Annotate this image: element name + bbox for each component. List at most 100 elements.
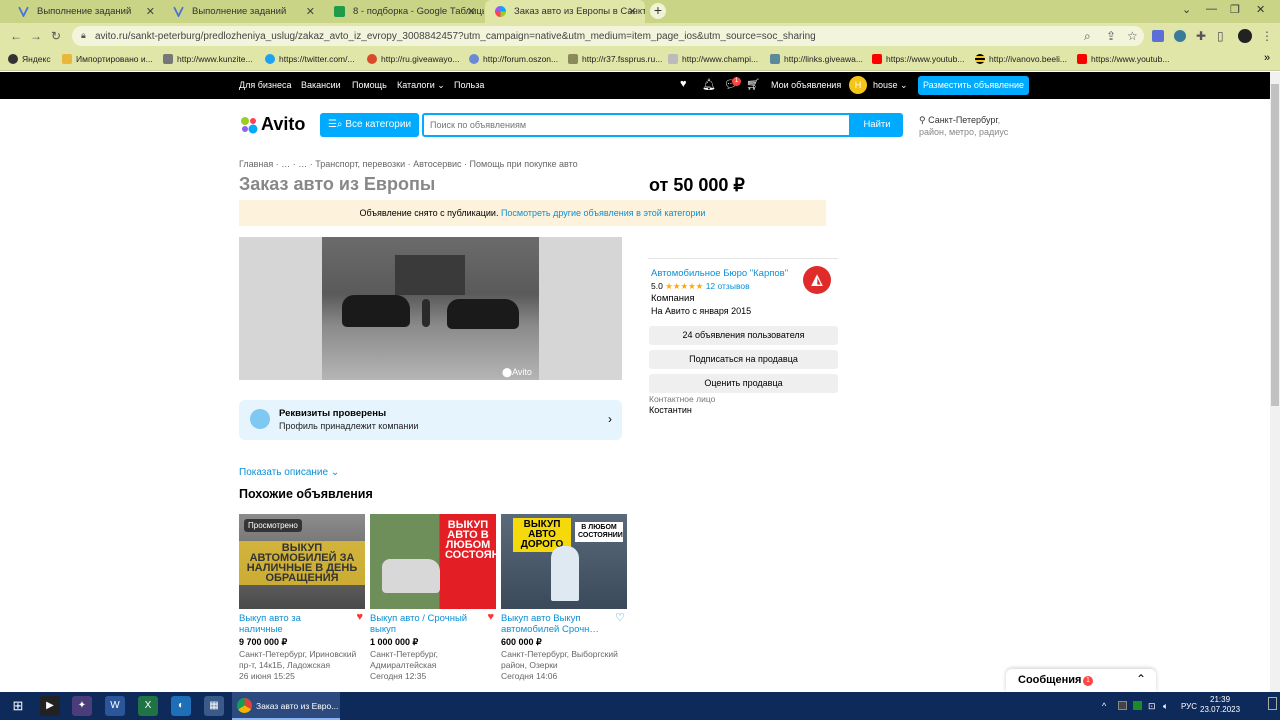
bookmark[interactable]: http://ivanovo.beeli... <box>975 54 1067 64</box>
ad-title[interactable]: Выкуп авто Выкуп автомобилей Срочн… <box>501 613 609 635</box>
extension-icon[interactable] <box>1174 30 1186 42</box>
nav-link-catalogs[interactable]: Каталоги ⌄ <box>397 80 445 91</box>
favorite-heart-icon[interactable]: ♥ <box>487 611 494 623</box>
puzzle-icon[interactable]: ✚ <box>1196 29 1206 43</box>
twitter-icon <box>265 54 275 64</box>
star-icon[interactable]: ☆ <box>1127 29 1138 43</box>
nav-link-business[interactable]: Для бизнеса <box>239 80 292 90</box>
seller-ads-button[interactable]: 24 объявления пользователя <box>649 326 838 345</box>
volume-icon[interactable]: 🔈︎ <box>1163 701 1168 712</box>
sidepanel-icon[interactable]: ▯ <box>1217 29 1224 43</box>
chevron-up-icon[interactable]: ⌃ <box>1136 672 1146 686</box>
extension-icon[interactable] <box>1152 30 1164 42</box>
tray-app-icon[interactable] <box>1118 701 1127 710</box>
tray-app-icon[interactable] <box>1133 701 1142 710</box>
bookmark[interactable]: http://links.giveawa... <box>770 54 863 64</box>
browser-icon[interactable]: ◐ <box>171 696 191 716</box>
more-bookmarks-icon[interactable]: » <box>1264 52 1270 64</box>
seller-name-link[interactable]: Автомобильное Бюро "Карпов" <box>651 268 788 279</box>
bookmark[interactable]: Импортировано и... <box>62 54 153 64</box>
tray-chevron-icon[interactable]: ^ <box>1102 701 1106 711</box>
bookmark[interactable]: http://forum.oszon... <box>469 54 558 64</box>
search-icon[interactable]: ⌕ <box>1084 29 1091 44</box>
word-icon[interactable]: W <box>105 696 125 716</box>
share-icon[interactable]: ⇪ <box>1106 29 1116 43</box>
taskbar-chrome-app[interactable]: Заказ авто из Евро... <box>232 692 340 720</box>
minimize-icon[interactable]: — <box>1206 3 1217 15</box>
notifications-icon[interactable] <box>1268 697 1277 710</box>
nav-link-benefit[interactable]: Польза <box>454 80 484 90</box>
ad-title[interactable]: Выкуп авто / Срочный выкуп <box>370 613 478 635</box>
similar-ad-card[interactable]: ВЫКУП АВТО В ЛЮБОМ СОСТОЯНИИ Выкуп авто … <box>370 514 496 681</box>
bookmark[interactable]: http://r37.fssprus.ru... <box>568 54 662 64</box>
post-ad-button[interactable]: Разместить объявление <box>918 76 1029 95</box>
new-tab-button[interactable]: + <box>650 3 666 19</box>
messages-widget[interactable]: Сообщения 1 ⌃ <box>1006 669 1156 692</box>
close-window-icon[interactable]: ✕ <box>1256 3 1265 16</box>
bookmark[interactable]: http://www.kunzite... <box>163 54 253 64</box>
tab-close-icon[interactable]: ✕ <box>467 5 476 18</box>
verified-banner[interactable]: Реквизиты проверены Профиль принадлежит … <box>239 400 622 440</box>
chevron-down-icon[interactable]: ⌄ <box>1182 3 1191 16</box>
item-photo[interactable] <box>322 237 539 380</box>
search-input[interactable] <box>422 113 851 137</box>
cart-icon[interactable]: 🛒︎ <box>746 78 760 91</box>
network-icon[interactable]: ⊡ <box>1148 701 1156 712</box>
similar-ad-card[interactable]: ВЫКУП АВТОМОБИЛЕЙ ЗА НАЛИЧНЫЕ В ДЕНЬ ОБР… <box>239 514 365 681</box>
user-avatar[interactable]: H <box>849 76 867 94</box>
browser-tab-active[interactable]: Заказ авто из Европы в Санкт-Пе ✕ <box>485 0 645 23</box>
user-menu[interactable]: house ⌄ <box>873 80 908 91</box>
media-player-icon[interactable]: ▶ <box>40 696 60 716</box>
app-icon[interactable]: ✦ <box>72 696 92 716</box>
ad-thumbnail[interactable]: ВЫКУП АВТО В ЛЮБОМ СОСТОЯНИИ <box>370 514 496 609</box>
rate-seller-button[interactable]: Оценить продавца <box>649 374 838 393</box>
lock-icon[interactable]: 🔒︎ <box>81 30 86 41</box>
other-ads-link[interactable]: Посмотреть другие объявления в этой кате… <box>501 208 706 218</box>
tab-close-icon[interactable]: ✕ <box>306 5 315 18</box>
windows-start-icon[interactable]: ⊞ <box>8 696 28 716</box>
show-description-link[interactable]: Показать описание ⌄ <box>239 467 339 478</box>
system-clock[interactable]: 21:39 23.07.2023 <box>1200 695 1240 715</box>
bookmark[interactable]: Яндекс <box>8 54 51 64</box>
bookmark[interactable]: http://www.champi... <box>668 54 758 64</box>
similar-ad-card[interactable]: ВЫКУП АВТО ДОРОГО В ЛЮБОМ СОСТОЯНИИ Выку… <box>501 514 627 681</box>
breadcrumb[interactable]: Главная · … · … · Транспорт, перевозки ·… <box>239 159 578 169</box>
back-icon[interactable]: ← <box>10 29 22 43</box>
favorite-heart-icon[interactable]: ♥ <box>356 611 363 623</box>
scrollbar-thumb[interactable] <box>1271 84 1279 406</box>
location-selector[interactable]: ⚲ Санкт-Петербург, район, метро, радиус <box>919 114 1029 138</box>
tab-close-icon[interactable]: ✕ <box>628 5 637 18</box>
maximize-icon[interactable]: ❐ <box>1230 3 1240 16</box>
menu-kebab-icon[interactable]: ⋮ <box>1261 29 1273 43</box>
profile-avatar[interactable] <box>1238 29 1252 43</box>
url-text[interactable]: avito.ru/sankt-peterburg/predlozheniya_u… <box>95 31 816 42</box>
tab-close-icon[interactable]: ✕ <box>146 5 155 18</box>
favorites-heart-icon[interactable]: ♥ <box>680 78 687 90</box>
browser-tab[interactable]: Выполнение заданий ✕ <box>163 0 323 23</box>
bookmark[interactable]: http://ru.giveawayo... <box>367 54 459 64</box>
my-ads-link[interactable]: Мои объявления <box>771 80 841 90</box>
excel-icon[interactable]: X <box>138 696 158 716</box>
nav-link-jobs[interactable]: Вакансии <box>301 80 341 90</box>
bookmark[interactable]: https://www.youtub... <box>1077 54 1169 64</box>
notifications-bell-icon[interactable]: 🔔︎ <box>702 78 716 91</box>
ad-thumbnail[interactable]: ВЫКУП АВТО ДОРОГО В ЛЮБОМ СОСТОЯНИИ <box>501 514 627 609</box>
ad-title[interactable]: Выкуп авто за наличные <box>239 613 347 635</box>
bookmark[interactable]: https://twitter.com/... <box>265 54 355 64</box>
bookmark[interactable]: https://www.youtub... <box>872 54 964 64</box>
language-indicator[interactable]: РУС <box>1181 702 1197 711</box>
reviews-link[interactable]: 12 отзывов <box>706 281 750 291</box>
avito-logo[interactable]: Avito <box>239 114 305 135</box>
network-app-icon[interactable]: ▦ <box>204 696 224 716</box>
find-button[interactable]: Найти <box>851 113 903 137</box>
ad-thumbnail[interactable]: ВЫКУП АВТОМОБИЛЕЙ ЗА НАЛИЧНЫЕ В ДЕНЬ ОБР… <box>239 514 365 609</box>
browser-tab[interactable]: 8 - подборка - Google Таблицы ✕ <box>324 0 484 23</box>
favorite-heart-outline-icon[interactable]: ♡ <box>615 611 625 624</box>
reload-icon[interactable]: ↻ <box>51 29 61 43</box>
forward-icon[interactable]: → <box>30 29 42 43</box>
all-categories-button[interactable]: ☰⌕ Все категории <box>320 113 419 137</box>
seller-logo[interactable]: ◭ <box>803 266 831 294</box>
subscribe-button[interactable]: Подписаться на продавца <box>649 350 838 369</box>
nav-link-help[interactable]: Помощь <box>352 80 387 90</box>
browser-tab[interactable]: Выполнение заданий ✕ <box>8 0 163 23</box>
